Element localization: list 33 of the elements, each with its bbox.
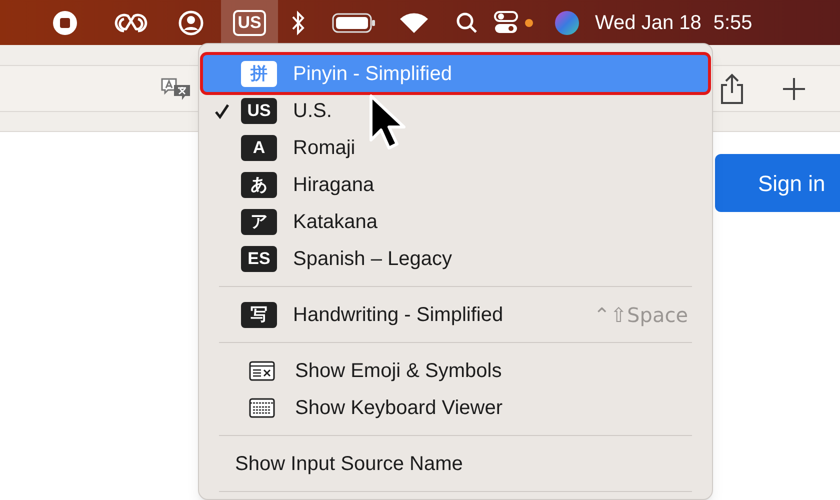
menu-item[interactable]: ES Spanish – Legacy [203, 240, 708, 277]
menu-item[interactable]: US U.S. [203, 92, 708, 129]
menu-bar-date[interactable]: Wed Jan 18 [595, 8, 702, 38]
wifi-icon[interactable] [398, 10, 430, 34]
menu-item[interactable]: ア Katakana [203, 203, 708, 240]
menu-item[interactable]: Show Keyboard Viewer [203, 389, 708, 426]
menu-item[interactable]: Show Emoji & Symbols [203, 352, 708, 389]
keyboard-icon [249, 398, 275, 418]
input-source-badge: あ [241, 172, 277, 198]
control-center-icon[interactable] [494, 10, 518, 36]
plus-icon[interactable] [781, 76, 807, 102]
input-source-badge: ES [241, 246, 277, 272]
input-source-badge: A [241, 134, 277, 160]
shortcut-label: ⌃⇧Space [594, 302, 688, 328]
input-source-badge: 拼 [241, 60, 277, 86]
search-icon[interactable] [456, 12, 478, 34]
share-icon[interactable] [719, 72, 745, 104]
input-source-badge[interactable]: US [232, 10, 266, 36]
menu-item[interactable]: あ Hiragana [203, 166, 708, 203]
input-source-badge: US [241, 98, 277, 124]
stop-icon[interactable] [52, 10, 78, 36]
translate-icon[interactable] [160, 76, 192, 102]
menu-item[interactable]: A Romaji [203, 129, 708, 166]
input-source-badge: 写 [241, 302, 277, 328]
menu-item[interactable]: 写 Handwriting - Simplified ⌃⇧Space [203, 296, 708, 333]
menu-item[interactable]: Show Input Source Name [203, 445, 708, 482]
sign-in-button[interactable]: Sign in [715, 154, 840, 212]
input-source-badge: ア [241, 208, 277, 234]
user-icon[interactable] [178, 10, 204, 36]
battery-icon[interactable] [332, 12, 376, 34]
bluetooth-icon[interactable] [290, 10, 306, 36]
emoji-viewer-icon [249, 360, 275, 380]
menu-bar-clock[interactable]: 5:55 [713, 8, 752, 38]
